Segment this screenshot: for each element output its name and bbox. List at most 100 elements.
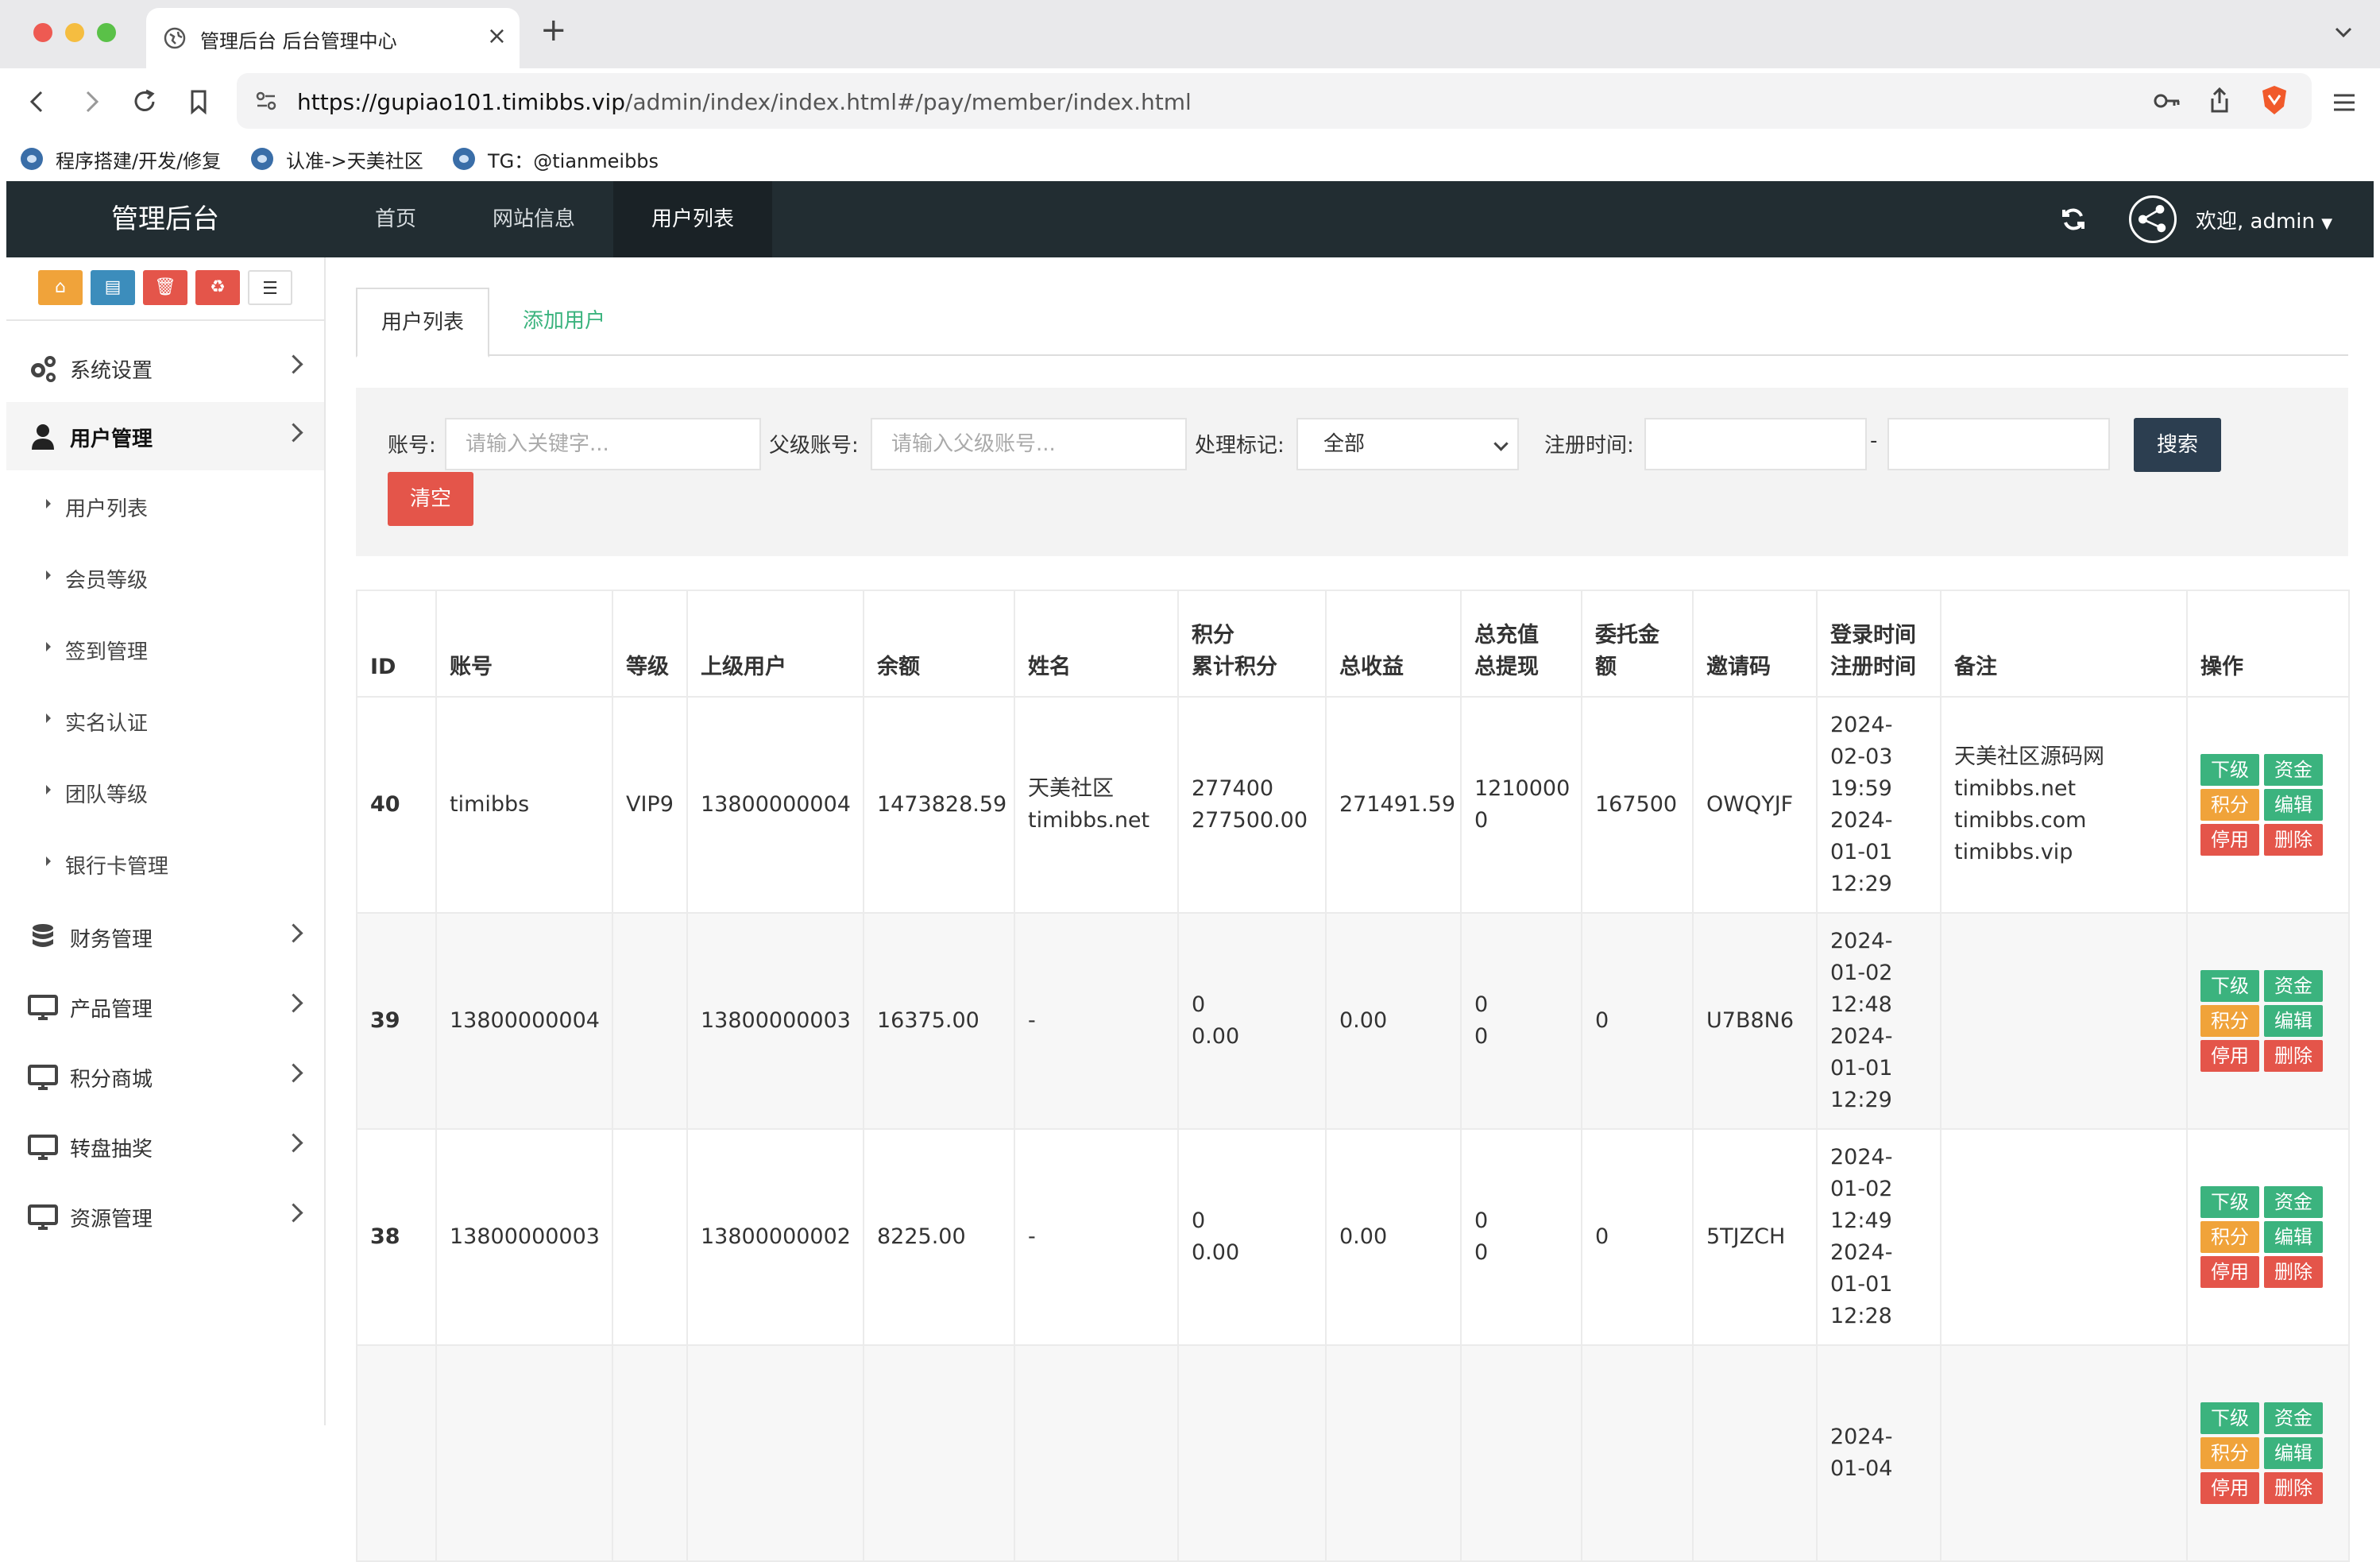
points-button[interactable]: 积分 <box>2200 1437 2259 1469</box>
brave-shield-icon[interactable] <box>2259 84 2289 116</box>
points-button[interactable]: 积分 <box>2200 789 2259 821</box>
key-icon[interactable] <box>2153 89 2181 113</box>
sidebar-item-points-mall[interactable]: 积分商城 <box>6 1042 324 1111</box>
file-icon[interactable]: ▤ <box>91 270 135 305</box>
disable-button[interactable]: 停用 <box>2200 1256 2259 1288</box>
mark-select[interactable]: 全部 <box>1296 418 1519 470</box>
delete-button[interactable]: 删除 <box>2264 1256 2323 1288</box>
clear-button[interactable]: 清空 <box>388 472 473 526</box>
submenu-label: 实名认证 <box>65 712 149 736</box>
new-tab-button[interactable]: + <box>540 14 567 46</box>
bookmark-item[interactable]: 认准->天美社区 <box>251 143 423 175</box>
share-icon[interactable] <box>2207 86 2232 114</box>
cell-recharge: 1210000 0 <box>1460 696 1582 914</box>
points-button[interactable]: 积分 <box>2200 1005 2259 1037</box>
bookmark-icon[interactable] <box>183 86 214 118</box>
sidebar-item-lottery[interactable]: 转盘抽奖 <box>6 1112 324 1181</box>
search-button[interactable]: 搜索 <box>2134 418 2221 472</box>
parent-account-input[interactable]: 请输入父级账号... <box>871 418 1187 470</box>
edit-button[interactable]: 编辑 <box>2264 1437 2323 1469</box>
table-row: 40 timibbs VIP9 13800000004 1473828.59 天美社区 ti… <box>356 696 2350 914</box>
cell-entrust: 0 <box>1581 912 1694 1130</box>
submenu-user-list[interactable]: 用户列表 <box>6 470 324 542</box>
cell-income <box>1325 1344 1462 1562</box>
cell-account: timibbs <box>435 696 613 914</box>
nav-home[interactable]: 首页 <box>337 181 454 257</box>
address-bar[interactable]: https://gupiao101.timibbs.vip/admin/inde… <box>237 73 2312 129</box>
window-minimize-button[interactable] <box>65 23 84 42</box>
sidebar-item-system[interactable]: 系统设置 <box>6 334 324 402</box>
regtime-end-input[interactable] <box>1887 418 2110 470</box>
funds-button[interactable]: 资金 <box>2264 1186 2323 1218</box>
cell-level <box>612 1128 688 1346</box>
reload-icon[interactable] <box>129 86 160 118</box>
cell-account: 13800000003 <box>435 1128 613 1346</box>
sidebar-item-finance[interactable]: 财务管理 <box>6 903 324 971</box>
avatar[interactable] <box>2129 195 2177 243</box>
edit-button[interactable]: 编辑 <box>2264 1221 2323 1253</box>
nav-user-list[interactable]: 用户列表 <box>613 181 773 257</box>
sub-users-button[interactable]: 下级 <box>2200 754 2259 786</box>
disable-button[interactable]: 停用 <box>2200 1040 2259 1072</box>
regtime-start-input[interactable] <box>1644 418 1867 470</box>
funds-button[interactable]: 资金 <box>2264 1402 2323 1434</box>
cell-recharge: 00 <box>1460 1128 1582 1346</box>
monitor-icon <box>28 1204 58 1230</box>
submenu-signin[interactable]: 签到管理 <box>6 613 324 685</box>
sub-users-button[interactable]: 下级 <box>2200 1402 2259 1434</box>
action-buttons: 下级 资金 积分 编辑 停用 删除 <box>2200 1186 2336 1288</box>
home-icon[interactable]: ⌂ <box>38 270 83 305</box>
cell-recharge: 00 <box>1460 912 1582 1130</box>
chevron-right-icon <box>284 1133 303 1153</box>
points-button[interactable]: 积分 <box>2200 1221 2259 1253</box>
bookmark-item[interactable]: TG：@tianmeibbs <box>453 143 659 175</box>
site-settings-icon[interactable] <box>253 87 280 114</box>
submenu-realname[interactable]: 实名认证 <box>6 685 324 756</box>
user-dropdown[interactable]: 欢迎, admin ▼ <box>2196 205 2332 234</box>
disable-button[interactable]: 停用 <box>2200 824 2259 856</box>
delete-button[interactable]: 删除 <box>2264 1472 2323 1504</box>
chevron-right-icon <box>284 923 303 943</box>
bookmark-item[interactable]: 程序搭建/开发/修复 <box>21 143 221 175</box>
submenu-team-level[interactable]: 团队等级 <box>6 756 324 828</box>
admin-app: 管理后台 首页 网站信息 用户列表 欢迎, admin ▼ ⌂ ▤ 🗑 ♻ ☰ … <box>6 181 2374 1562</box>
trash-icon[interactable]: 🗑 <box>143 270 187 305</box>
user-icon <box>32 424 54 450</box>
forward-icon[interactable] <box>75 86 106 118</box>
disable-button[interactable]: 停用 <box>2200 1472 2259 1504</box>
sub-users-button[interactable]: 下级 <box>2200 970 2259 1002</box>
edit-button[interactable]: 编辑 <box>2264 789 2323 821</box>
sidebar-item-resources[interactable]: 资源管理 <box>6 1182 324 1251</box>
funds-button[interactable]: 资金 <box>2264 754 2323 786</box>
window-zoom-button[interactable] <box>97 23 116 42</box>
tab-close-icon[interactable]: × <box>487 22 507 50</box>
sub-users-button[interactable]: 下级 <box>2200 1186 2259 1218</box>
account-search-input[interactable]: 请输入关键字... <box>445 418 761 470</box>
column-header: 上级用户 <box>686 590 864 698</box>
content-tabs: 用户列表 添加用户 <box>356 288 2348 358</box>
sidebar-item-users[interactable]: 用户管理 <box>6 402 324 470</box>
caret-right-icon <box>46 856 51 866</box>
list-icon[interactable]: ☰ <box>248 270 292 305</box>
welcome-text: 欢迎, admin <box>2196 210 2315 234</box>
browser-tab[interactable]: 管理后台 后台管理中心 × <box>146 8 520 68</box>
submenu-member-level[interactable]: 会员等级 <box>6 542 324 613</box>
delete-button[interactable]: 删除 <box>2264 1040 2323 1072</box>
tab-user-list[interactable]: 用户列表 <box>356 288 490 358</box>
submenu-bank-card[interactable]: 银行卡管理 <box>6 828 324 899</box>
chevron-down-icon[interactable] <box>2332 21 2355 43</box>
brand-title[interactable]: 管理后台 <box>6 181 324 257</box>
window-close-button[interactable] <box>33 23 52 42</box>
caret-right-icon <box>46 642 51 651</box>
back-icon[interactable] <box>22 86 54 118</box>
refresh-icon[interactable] <box>2057 203 2089 235</box>
nav-site-info[interactable]: 网站信息 <box>454 181 613 257</box>
tab-add-user[interactable]: 添加用户 <box>499 288 629 354</box>
cell-name: - <box>1014 1128 1179 1346</box>
recycle-icon[interactable]: ♻ <box>195 270 240 305</box>
sidebar-item-products[interactable]: 产品管理 <box>6 972 324 1041</box>
menu-icon[interactable] <box>2331 89 2358 116</box>
edit-button[interactable]: 编辑 <box>2264 1005 2323 1037</box>
delete-button[interactable]: 删除 <box>2264 824 2323 856</box>
funds-button[interactable]: 资金 <box>2264 970 2323 1002</box>
